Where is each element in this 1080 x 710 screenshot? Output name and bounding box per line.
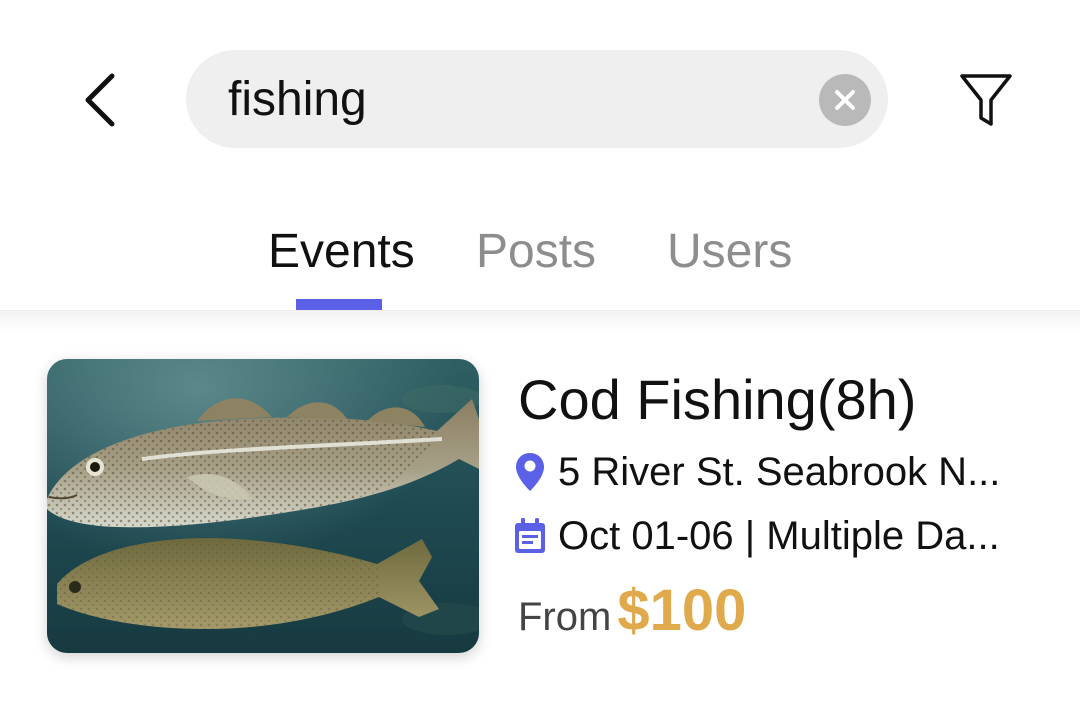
results-list: Cod Fishing(8h) 5 River St. Seabrook N..…: [0, 311, 1080, 710]
price-prefix: From: [518, 595, 612, 639]
chevron-left-icon: [85, 73, 115, 127]
tab-events[interactable]: Events: [268, 224, 415, 279]
top-bar: [0, 0, 1080, 190]
event-price-row: From $100: [518, 577, 746, 644]
cod-fish-photo: [47, 359, 479, 653]
tab-users[interactable]: Users: [667, 224, 792, 279]
calendar-icon: [512, 515, 548, 557]
event-thumbnail: [47, 359, 479, 653]
event-price: $100: [617, 578, 747, 643]
funnel-icon: [960, 74, 1012, 126]
event-date-row: Oct 01-06 | Multiple Da...: [512, 511, 1052, 561]
search-bar[interactable]: [186, 50, 888, 148]
event-card[interactable]: Cod Fishing(8h) 5 River St. Seabrook N..…: [0, 351, 1080, 661]
event-location: 5 River St. Seabrook N...: [558, 449, 1001, 494]
search-input[interactable]: [228, 50, 808, 148]
tab-posts[interactable]: Posts: [476, 224, 596, 279]
active-tab-indicator: [296, 299, 382, 310]
location-pin-icon: [512, 451, 548, 493]
filter-button[interactable]: [950, 60, 1022, 140]
clear-x-icon: [835, 90, 855, 110]
event-title: Cod Fishing(8h): [518, 368, 917, 431]
clear-search-button[interactable]: [819, 74, 871, 126]
tab-bar: Events Posts Users: [0, 196, 1080, 311]
back-button[interactable]: [70, 62, 130, 138]
event-dates: Oct 01-06 | Multiple Da...: [558, 513, 1000, 558]
event-location-row: 5 River St. Seabrook N...: [512, 447, 1052, 497]
